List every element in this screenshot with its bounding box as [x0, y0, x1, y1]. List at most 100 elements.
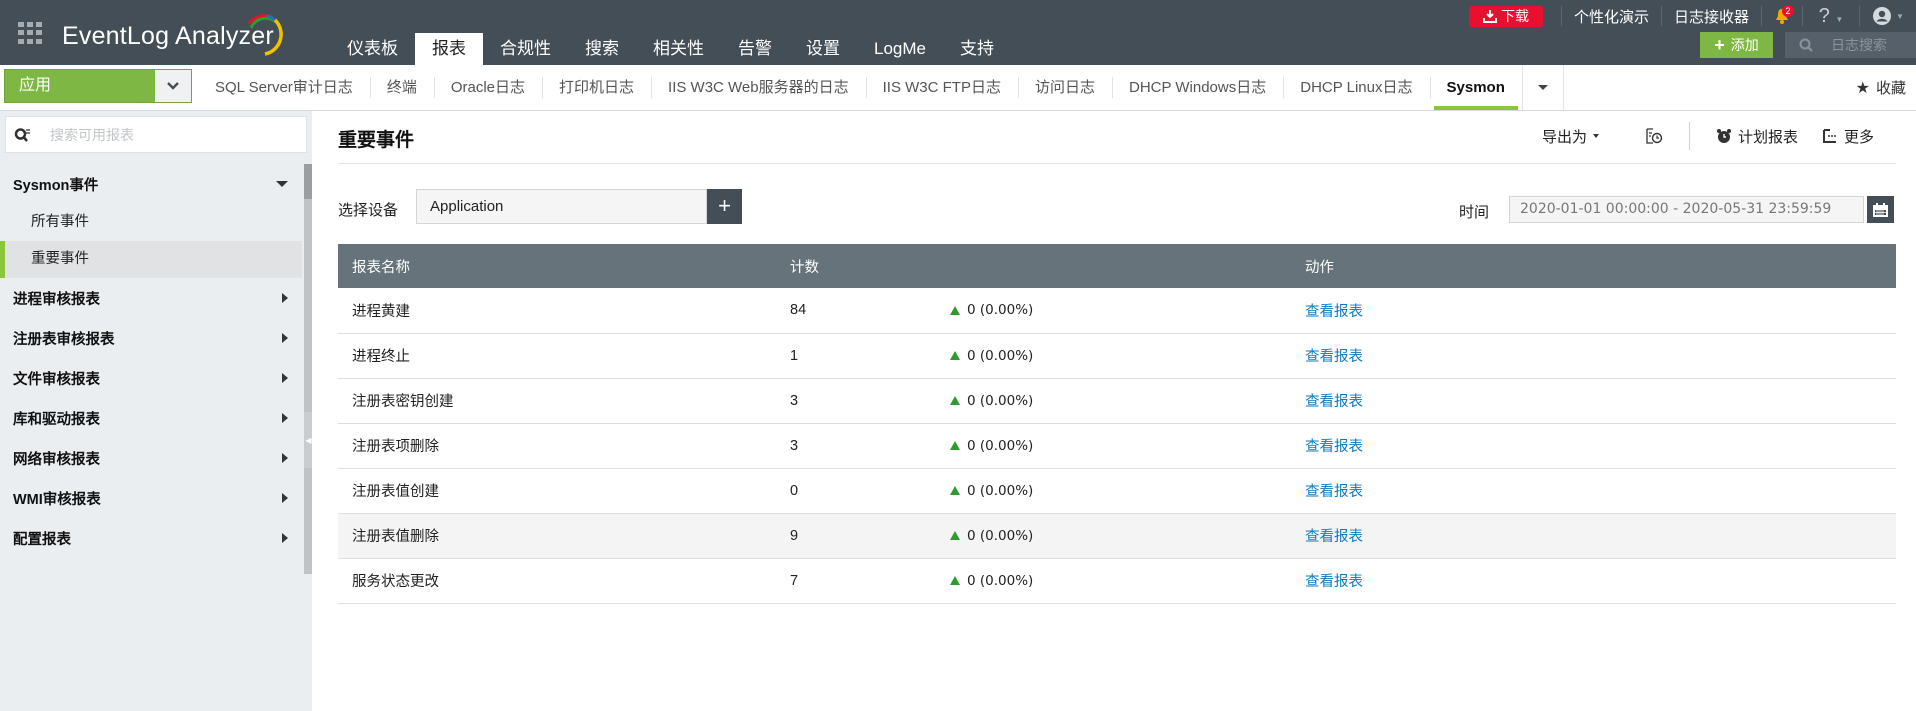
tab-sql-server[interactable]: SQL Server审计日志 [198, 65, 370, 110]
add-button[interactable]: + 添加 [1700, 32, 1773, 58]
nav-logme[interactable]: LogMe [857, 33, 943, 65]
notifications-button[interactable]: 2 [1762, 5, 1802, 24]
col-header-report-name[interactable]: 报表名称 [338, 244, 776, 288]
caret-down-icon: ▼ [1835, 14, 1844, 24]
favorites-button[interactable]: ★ 收藏 [1856, 65, 1906, 110]
nav-support[interactable]: 支持 [943, 33, 1011, 65]
sidebar-group-label: 库和驱动报表 [13, 411, 100, 428]
nav-compliance[interactable]: 合规性 [483, 33, 568, 65]
sidebar-group-wmi-audit[interactable]: WMI审核报表 [0, 478, 302, 518]
sidebar-group-sysmon-events[interactable]: Sysmon事件 [0, 164, 302, 204]
table-row: 注册表密钥创建 3 0 (0.00%) 查看报表 [338, 378, 1896, 424]
sidebar-group-label: WMI审核报表 [13, 491, 101, 508]
page-title: 重要事件 [338, 130, 415, 151]
help-menu[interactable]: ? ▼ [1803, 5, 1859, 28]
sidebar-group-label: 配置报表 [13, 531, 71, 548]
main-nav: 仪表板 报表 合规性 搜索 相关性 告警 设置 LogMe 支持 [330, 33, 1011, 65]
logo-arc-icon [247, 14, 283, 56]
tab-printer[interactable]: 打印机日志 [542, 65, 651, 110]
sidebar-group-registry-audit[interactable]: 注册表审核报表 [0, 318, 302, 358]
add-device-button[interactable]: + [707, 189, 742, 224]
view-report-link[interactable]: 查看报表 [1305, 574, 1363, 590]
col-header-action: 动作 [1291, 244, 1896, 288]
alarm-clock-icon [1716, 129, 1731, 143]
table-row: 注册表值删除 9 0 (0.00%) 查看报表 [338, 513, 1896, 559]
trend-cell: 0 (0.00%) [936, 288, 1291, 334]
tab-access-log[interactable]: 访问日志 [1017, 65, 1112, 110]
action-cell: 查看报表 [1291, 378, 1896, 424]
log-search-input[interactable]: 日志搜索 [1785, 32, 1916, 58]
action-cell: 查看报表 [1291, 423, 1896, 469]
app-category-select[interactable]: 应用 [4, 69, 192, 103]
nav-dashboard[interactable]: 仪表板 [330, 33, 415, 65]
user-menu[interactable]: ▼ [1860, 6, 1916, 26]
time-range-input[interactable]: 2020-01-01 00:00:00 - 2020-05-31 23:59:5… [1509, 196, 1864, 223]
trend-value: 0 (0.00%) [967, 392, 1034, 409]
col-header-count[interactable]: 计数 [776, 244, 936, 288]
sidebar-group-library-driver[interactable]: 库和驱动报表 [0, 398, 302, 438]
calendar-button[interactable] [1867, 196, 1894, 223]
view-report-link[interactable]: 查看报表 [1305, 394, 1363, 410]
more-tabs-dropdown[interactable] [1521, 65, 1564, 110]
sidebar: 搜索可用报表 Sysmon事件 所有事件 重要事件 进程审核报表 注册表审核报表… [0, 111, 313, 711]
chevron-down-icon[interactable] [155, 70, 191, 102]
more-button[interactable]: 更多 [1810, 126, 1886, 147]
nav-alerts[interactable]: 告警 [721, 33, 789, 65]
sidebar-group-network-audit[interactable]: 网络审核报表 [0, 438, 302, 478]
log-receiver-link[interactable]: 日志接收器 [1662, 6, 1761, 27]
nav-search[interactable]: 搜索 [568, 33, 636, 65]
sidebar-group-process-audit[interactable]: 进程审核报表 [0, 278, 302, 318]
caret-down-icon: ▼ [1896, 11, 1904, 21]
caret-right-icon [282, 413, 288, 423]
tab-iis-web[interactable]: IIS W3C Web服务器的日志 [651, 65, 866, 110]
caret-right-icon [282, 493, 288, 503]
schedule-report-button[interactable]: 计划报表 [1704, 126, 1810, 147]
count-cell: 3 [776, 423, 936, 469]
report-history-button[interactable] [1633, 128, 1675, 144]
app-grid-icon[interactable] [18, 22, 42, 44]
sidebar-item-important-events[interactable]: 重要事件 [0, 241, 302, 278]
export-dropdown[interactable]: 导出为 [1530, 126, 1611, 147]
add-label: 添加 [1730, 37, 1759, 53]
report-search-input[interactable]: 搜索可用报表 [5, 116, 307, 153]
tab-dhcp-windows[interactable]: DHCP Windows日志 [1111, 65, 1283, 110]
export-label: 导出为 [1541, 128, 1587, 146]
view-report-link[interactable]: 查看报表 [1305, 439, 1363, 455]
personalize-demo-link[interactable]: 个性化演示 [1562, 6, 1661, 27]
action-cell: 查看报表 [1291, 558, 1896, 604]
trend-value: 0 (0.00%) [967, 572, 1034, 589]
sidebar-group-config[interactable]: 配置报表 [0, 518, 302, 558]
tab-dhcp-linux[interactable]: DHCP Linux日志 [1283, 65, 1429, 110]
nav-settings[interactable]: 设置 [789, 33, 857, 65]
sidebar-item-all-events[interactable]: 所有事件 [0, 204, 302, 241]
download-button[interactable]: 下载 [1468, 5, 1543, 27]
count-cell: 84 [776, 288, 936, 334]
count-cell: 7 [776, 558, 936, 604]
tab-terminal[interactable]: 终端 [369, 65, 434, 110]
view-report-link[interactable]: 查看报表 [1305, 349, 1363, 365]
view-report-link[interactable]: 查看报表 [1305, 529, 1363, 545]
nav-correlation[interactable]: 相关性 [636, 33, 721, 65]
tab-iis-ftp[interactable]: IIS W3C FTP日志 [865, 65, 1018, 110]
trend-up-icon [950, 531, 960, 540]
report-name-cell: 注册表值创建 [338, 468, 776, 514]
view-report-link[interactable]: 查看报表 [1305, 484, 1363, 500]
table-row: 进程终止 1 0 (0.00%) 查看报表 [338, 333, 1896, 379]
report-history-icon [1646, 128, 1663, 144]
sidebar-group-file-audit[interactable]: 文件审核报表 [0, 358, 302, 398]
download-label: 下载 [1500, 8, 1529, 24]
help-icon: ? [1818, 4, 1830, 27]
device-select-input[interactable]: Application [416, 189, 707, 224]
log-type-bar: 应用 SQL Server审计日志 终端 Oracle日志 打印机日志 IIS … [0, 65, 1916, 111]
nav-reports[interactable]: 报表 [415, 33, 483, 65]
tab-sysmon[interactable]: Sysmon [1429, 65, 1522, 110]
view-report-link[interactable]: 查看报表 [1305, 304, 1363, 320]
report-name-cell: 服务状态更改 [338, 558, 776, 604]
log-search-placeholder: 日志搜索 [1831, 37, 1887, 53]
trend-indicator: 0 (0.00%) [950, 302, 1291, 318]
count-cell: 1 [776, 333, 936, 379]
trend-cell: 0 (0.00%) [936, 423, 1291, 469]
tab-oracle[interactable]: Oracle日志 [433, 65, 542, 110]
table-header-row: 报表名称 计数 动作 [338, 244, 1896, 288]
table-row: 注册表项删除 3 0 (0.00%) 查看报表 [338, 423, 1896, 469]
